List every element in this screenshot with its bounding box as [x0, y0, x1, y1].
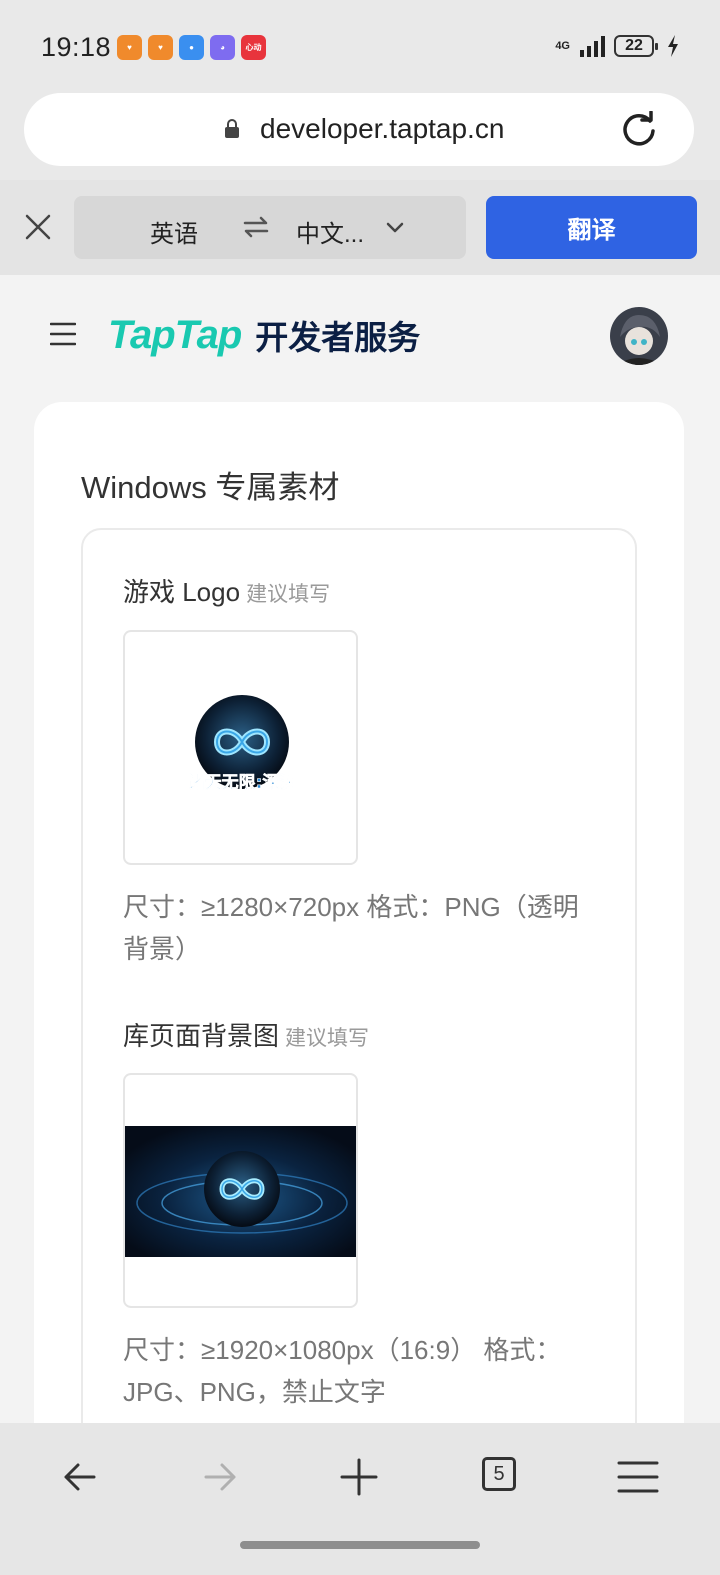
field-label-game-logo: 游戏 Logo 建议填写	[123, 572, 330, 609]
logo-subtitle: 开发者服务	[255, 319, 421, 356]
translate-button[interactable]: 翻译	[486, 196, 697, 259]
heart-app-icon: ♥	[148, 35, 173, 60]
lock-icon	[225, 119, 239, 138]
signal-icon	[580, 36, 605, 57]
game-logo-upload[interactable]: 诸天无限:深渊	[123, 630, 358, 865]
field-description: 尺寸：≥1920×1080px（16:9） 格式：JPG、PNG，禁止文字	[123, 1335, 562, 1407]
recommended-hint: 建议填写	[285, 1027, 370, 1050]
user-avatar[interactable]	[610, 307, 668, 365]
browser-bottom-nav: 5	[0, 1423, 720, 1575]
recommended-hint: 建议填写	[246, 583, 331, 606]
heart-app-icon: ♥	[117, 35, 142, 60]
language-selector[interactable]: 英语 中文...	[74, 196, 466, 259]
browser-menu-icon[interactable]	[616, 1455, 660, 1499]
status-bar: 19:18 ♥ ♥ ● ◕ 心动 4G 22	[0, 0, 720, 92]
battery-indicator: 22	[614, 35, 658, 57]
home-indicator[interactable]	[240, 1541, 480, 1549]
site-logo[interactable]: TapTap 开发者服务	[108, 311, 420, 359]
translation-bar: 英语 中文... 翻译	[0, 180, 720, 275]
field-description: 尺寸：≥1280×720px 格式：PNG（透明背景）	[123, 892, 579, 964]
swap-languages-icon[interactable]	[242, 216, 270, 238]
charging-icon	[668, 35, 678, 57]
web-page: TapTap 开发者服务 Windows 专属素材 游戏 Logo 建议填写 诸…	[0, 275, 720, 1423]
reload-icon[interactable]	[620, 111, 658, 149]
forward-arrow-icon[interactable]	[198, 1455, 242, 1499]
network-type: 4G	[555, 39, 570, 52]
assets-card: Windows 专属素材 游戏 Logo 建议填写 诸天无限:深渊 尺寸：≥12…	[34, 402, 684, 1423]
field-label-text: 游戏 Logo	[123, 577, 241, 607]
weather-icon: ●	[179, 35, 204, 60]
assets-form: 游戏 Logo 建议填写 诸天无限:深渊 尺寸：≥1280×720px 格式：P…	[81, 528, 637, 1423]
url-text[interactable]: developer.taptap.cn	[260, 113, 504, 145]
ai-assistant-icon: ◕	[210, 35, 235, 60]
close-icon[interactable]	[24, 213, 52, 241]
notification-icons: ♥ ♥ ● ◕ 心动	[117, 35, 266, 60]
game-logo-image: 诸天无限:深渊	[187, 695, 297, 793]
field-label-text: 库页面背景图	[123, 1021, 280, 1051]
tabs-button[interactable]: 5	[482, 1457, 516, 1491]
section-title: Windows 专属素材	[81, 470, 340, 505]
menu-icon[interactable]	[50, 322, 76, 346]
back-arrow-icon[interactable]	[58, 1455, 102, 1499]
game-logo-caption: 诸天无限:深渊	[188, 772, 297, 793]
library-background-upload[interactable]	[123, 1073, 358, 1308]
library-background-image	[125, 1126, 356, 1257]
source-language[interactable]: 英语	[150, 214, 198, 249]
new-tab-plus-icon[interactable]	[337, 1455, 381, 1499]
target-language[interactable]: 中文...	[296, 214, 364, 249]
status-indicators: 4G 22	[555, 34, 680, 58]
logo-taptap: TapTap	[108, 312, 242, 357]
chevron-down-icon[interactable]	[386, 222, 404, 234]
news-app-icon: 心动	[241, 35, 266, 60]
address-bar[interactable]: developer.taptap.cn	[24, 93, 694, 166]
status-time: 19:18	[41, 32, 112, 62]
field-label-library-background: 库页面背景图 建议填写	[123, 1016, 369, 1053]
